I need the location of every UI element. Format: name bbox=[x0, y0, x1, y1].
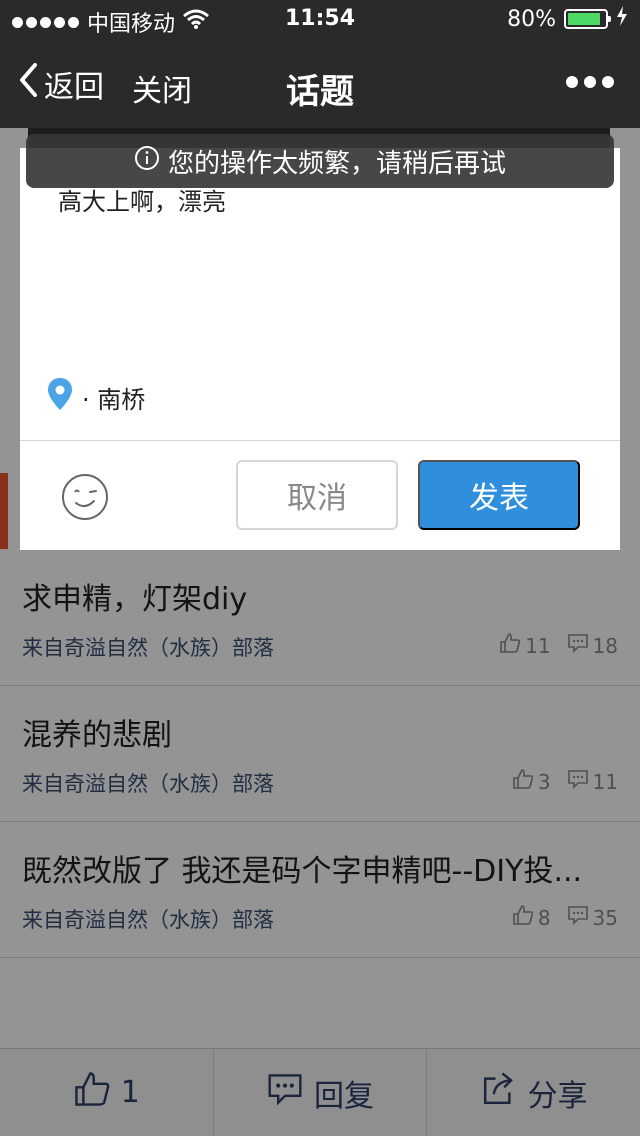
page-title: 话题 bbox=[286, 72, 354, 112]
battery-percent: 80% bbox=[507, 6, 556, 32]
toast-text: 您的操作太频繁，请稍后再试 bbox=[167, 148, 506, 179]
cancel-button[interactable]: 取消 bbox=[236, 460, 398, 530]
nav-bar: 返回 关闭 话题 bbox=[0, 40, 640, 128]
reply-dialog: 高大上啊，漂亮 · 南桥 取消 发表 bbox=[20, 148, 620, 550]
status-bar: 中国移动 11:54 80% bbox=[0, 0, 640, 40]
submit-button[interactable]: 发表 bbox=[418, 460, 580, 530]
location-tag[interactable]: · 南桥 bbox=[48, 378, 145, 416]
charging-icon bbox=[616, 6, 628, 32]
info-icon bbox=[134, 145, 160, 178]
toast-message: 您的操作太频繁，请稍后再试 bbox=[26, 134, 614, 188]
emoji-icon[interactable] bbox=[60, 472, 110, 526]
location-pin-icon bbox=[48, 378, 72, 416]
battery-icon bbox=[564, 9, 611, 29]
status-right: 80% bbox=[507, 6, 628, 32]
more-icon[interactable] bbox=[566, 76, 614, 88]
divider bbox=[20, 440, 620, 441]
location-label: · 南桥 bbox=[82, 385, 146, 414]
